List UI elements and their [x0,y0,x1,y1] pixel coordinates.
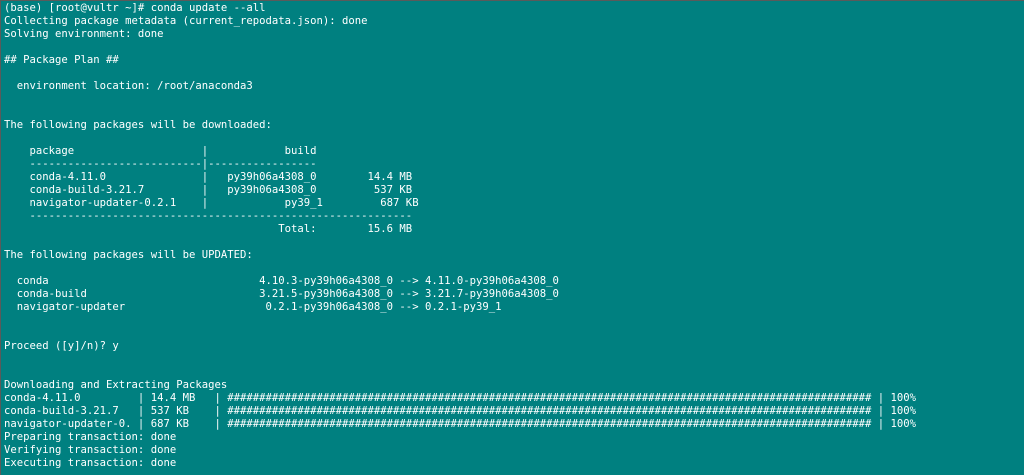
terminal-line: conda-4.11.0 | py39h06a4308_0 14.4 MB [4,171,413,183]
terminal-line: navigator-updater 0.2.1-py39h06a4308_0 -… [4,301,502,313]
terminal-line: Collecting package metadata (current_rep… [4,15,368,27]
terminal-line: Total: 15.6 MB [4,223,413,235]
terminal-line: ----------------------------------------… [4,210,413,222]
terminal-line: conda 4.10.3-py39h06a4308_0 --> 4.11.0-p… [4,275,559,287]
terminal-line: navigator-updater-0.2.1 | py39_1 687 KB [4,197,419,209]
terminal-line: environment location: /root/anaconda3 [4,80,253,92]
terminal-line: navigator-updater-0. | 687 KB | ########… [4,418,917,430]
terminal-line: (base) [root@vultr ~]# conda update --al… [4,2,266,14]
terminal-window[interactable]: (base) [root@vultr ~]# conda update --al… [0,0,1024,475]
terminal-line: ---------------------------|------------… [4,158,317,170]
terminal-line: The following packages will be UPDATED: [4,249,253,261]
terminal-line: Executing transaction: done [4,457,177,469]
terminal-line: ## Package Plan ## [4,54,119,66]
terminal-line: conda-build 3.21.5-py39h06a4308_0 --> 3.… [4,288,559,300]
terminal-line: Downloading and Extracting Packages [4,379,228,391]
terminal-line: package | build [4,145,317,157]
terminal-line: conda-build-3.21.7 | py39h06a4308_0 537 … [4,184,413,196]
terminal-line: Verifying transaction: done [4,444,177,456]
terminal-line: Preparing transaction: done [4,431,177,443]
terminal-line: conda-4.11.0 | 14.4 MB | ###############… [4,392,917,404]
terminal-line: Solving environment: done [4,28,164,40]
terminal-line: The following packages will be downloade… [4,119,272,131]
terminal-line: Proceed ([y]/n)? y [4,340,119,352]
terminal-line: conda-build-3.21.7 | 537 KB | ##########… [4,405,917,417]
